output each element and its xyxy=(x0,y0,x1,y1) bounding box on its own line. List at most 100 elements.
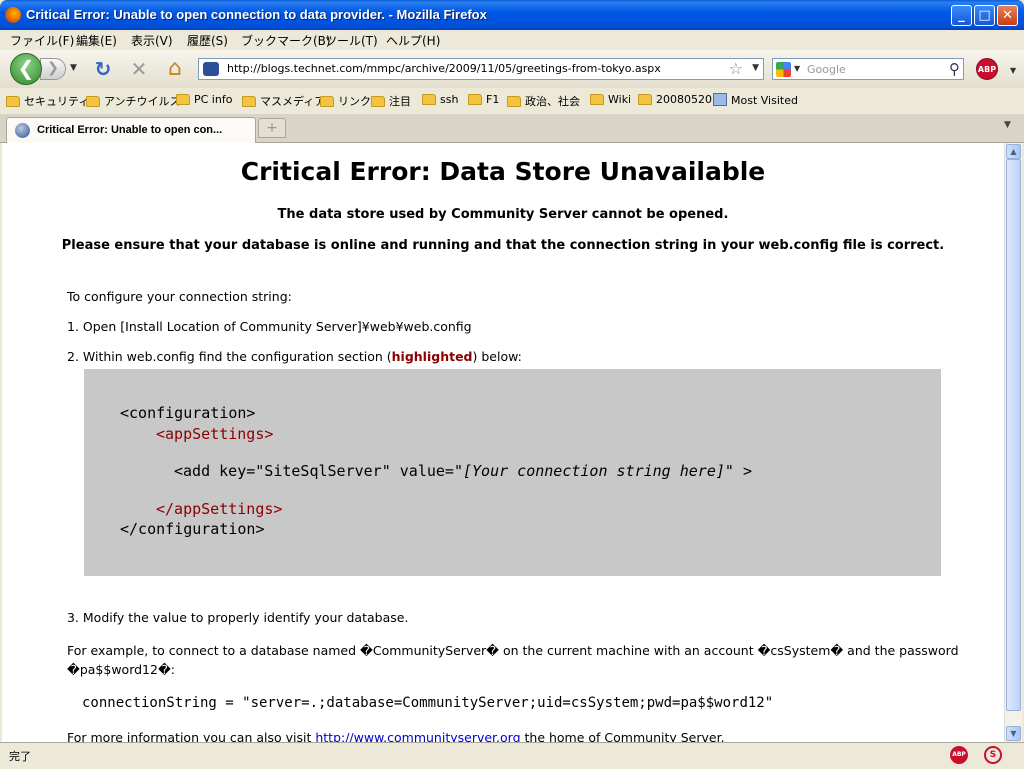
scroll-up-button[interactable]: ▲ xyxy=(1006,144,1021,159)
bookmark-most-visited[interactable]: Most Visited xyxy=(713,93,798,107)
code-add-key: <add key="SiteSqlServer" value=" xyxy=(174,462,463,480)
forward-button[interactable]: ❯ xyxy=(40,58,66,80)
bookmark-folder[interactable]: ssh xyxy=(422,93,458,106)
tab-active[interactable]: Critical Error: Unable to open con... xyxy=(6,117,256,143)
adblock-status-icon[interactable]: ABP xyxy=(950,746,968,764)
bookmark-folder[interactable]: セキュリティ xyxy=(6,93,89,109)
bookmark-folder[interactable]: マスメディア xyxy=(242,93,325,109)
bookmarks-toolbar: セキュリティ アンチウイルス PC info マスメディア リンク 注目 ssh… xyxy=(0,90,1024,112)
bookmark-label: 注目 xyxy=(389,95,411,108)
status-bar: 完了 ABP S xyxy=(0,742,1024,769)
folder-icon xyxy=(638,94,652,105)
more-info-text: For more information you can also visit xyxy=(67,730,316,742)
more-info: For more information you can also visit … xyxy=(67,730,725,742)
site-favicon-icon xyxy=(203,62,219,76)
adblock-plus-button[interactable]: ABP xyxy=(976,58,998,80)
code-line-appsettings-close: </appSettings> xyxy=(156,500,283,518)
search-bar[interactable]: ▼ Google ⚲ xyxy=(772,58,964,80)
url-dropdown-icon[interactable]: ▼ xyxy=(752,63,759,73)
minimize-button[interactable]: _ xyxy=(951,5,972,26)
bookmark-folder[interactable]: アンチウイルス xyxy=(86,93,181,109)
folder-icon xyxy=(242,96,256,107)
config-code-block: <configuration> <appSettings> <add key="… xyxy=(84,369,941,576)
stop-icon[interactable]: ✕ xyxy=(128,58,150,80)
history-dropdown-icon[interactable]: ▼ xyxy=(70,63,77,73)
bookmark-label: マスメディア xyxy=(260,95,326,108)
bookmark-label: セキュリティ xyxy=(24,95,90,108)
bookmark-folder[interactable]: 注目 xyxy=(371,93,411,109)
step-3: 3. Modify the value to properly identify… xyxy=(67,610,409,625)
communityserver-link[interactable]: http://www.communityserver.org xyxy=(315,730,520,742)
title-bar: Critical Error: Unable to open connectio… xyxy=(0,0,1024,30)
search-icon[interactable]: ⚲ xyxy=(949,60,960,78)
bookmark-label: 20080520 xyxy=(656,93,712,106)
google-engine-icon[interactable] xyxy=(776,62,791,77)
menu-tools[interactable]: ツール(T) xyxy=(325,32,378,49)
folder-icon xyxy=(320,96,334,107)
tab-title: Critical Error: Unable to open con... xyxy=(37,124,223,136)
bookmark-folder[interactable]: 20080520 xyxy=(638,93,712,106)
step-2-text: 2. Within web.config find the configurat… xyxy=(67,349,392,364)
code-add-value: [Your connection string here] xyxy=(462,462,725,480)
menu-bar: ファイル(F) 編集(E) 表示(V) 履歴(S) ブックマーク(B) ツール(… xyxy=(0,30,1024,50)
back-button[interactable]: ❮ xyxy=(10,53,42,85)
menu-file[interactable]: ファイル(F) xyxy=(10,32,74,49)
step-1: 1. Open [Install Location of Community S… xyxy=(67,319,472,334)
window-title: Critical Error: Unable to open connectio… xyxy=(26,7,487,22)
tab-favicon-icon xyxy=(15,123,30,138)
close-button[interactable]: ✕ xyxy=(997,5,1018,26)
code-add-end: " > xyxy=(724,462,752,480)
firefox-logo-icon xyxy=(5,7,21,23)
engine-dropdown-icon[interactable]: ▼ xyxy=(794,64,800,73)
maximize-button[interactable]: □ xyxy=(974,5,995,26)
bookmark-label: PC info xyxy=(194,93,233,106)
new-tab-button[interactable]: + xyxy=(258,118,286,138)
adblock-dropdown-icon[interactable]: ▼ xyxy=(1010,66,1016,75)
folder-icon xyxy=(371,96,385,107)
firefox-window: Critical Error: Unable to open connectio… xyxy=(0,0,1024,769)
menu-bookmarks[interactable]: ブックマーク(B) xyxy=(241,32,331,49)
bookmark-label: Wiki xyxy=(608,93,632,106)
search-input[interactable]: Google xyxy=(807,63,846,76)
bookmark-folder[interactable]: リンク xyxy=(320,93,371,109)
bookmark-label: Most Visited xyxy=(731,94,798,107)
vertical-scrollbar[interactable]: ▲ ▼ xyxy=(1004,143,1022,742)
bookmark-folder[interactable]: 政治、社会 xyxy=(507,93,580,109)
folder-icon xyxy=(468,94,482,105)
bookmark-folder[interactable]: Wiki xyxy=(590,93,631,106)
step-2-text-end: ) below: xyxy=(472,349,522,364)
step-2-highlight: highlighted xyxy=(391,349,473,364)
url-bar[interactable]: http://blogs.technet.com/mmpc/archive/20… xyxy=(198,58,764,80)
example-text-cont: �pa$$word12�: xyxy=(67,662,175,677)
folder-icon xyxy=(6,96,20,107)
menu-view[interactable]: 表示(V) xyxy=(131,32,173,49)
tab-list-dropdown-icon[interactable]: ▼ xyxy=(1004,120,1011,130)
code-line-add: <add key="SiteSqlServer" value="[Your co… xyxy=(174,462,752,480)
page-content: Critical Error: Data Store Unavailable T… xyxy=(2,143,1004,742)
menu-help[interactable]: ヘルプ(H) xyxy=(386,32,440,49)
page-heading: Critical Error: Data Store Unavailable xyxy=(240,157,766,186)
scroll-thumb[interactable] xyxy=(1006,159,1021,711)
folder-icon xyxy=(422,94,436,105)
url-text[interactable]: http://blogs.technet.com/mmpc/archive/20… xyxy=(227,62,661,75)
step-2: 2. Within web.config find the configurat… xyxy=(67,349,522,364)
most-visited-icon xyxy=(713,93,727,106)
scroll-down-button[interactable]: ▼ xyxy=(1006,726,1021,741)
folder-icon xyxy=(176,94,190,105)
bookmark-label: リンク xyxy=(338,95,371,108)
bookmark-folder[interactable]: F1 xyxy=(468,93,499,106)
folder-icon xyxy=(86,96,100,107)
error-subtitle: The data store used by Community Server … xyxy=(277,207,729,222)
bookmark-label: F1 xyxy=(486,93,500,106)
reload-icon[interactable]: ↻ xyxy=(92,58,114,80)
home-icon[interactable]: ⌂ xyxy=(164,58,186,80)
code-line-appsettings: <appSettings> xyxy=(156,425,274,443)
menu-edit[interactable]: 編集(E) xyxy=(76,32,117,49)
more-info-text-end: the home of Community Server. xyxy=(520,730,725,742)
bookmark-folder[interactable]: PC info xyxy=(176,93,232,106)
error-instruction: Please ensure that your database is onli… xyxy=(61,238,945,253)
bookmark-star-icon[interactable]: ☆ xyxy=(729,59,743,78)
code-line-configuration: <configuration> xyxy=(120,404,256,422)
menu-history[interactable]: 履歴(S) xyxy=(187,32,228,49)
noscript-status-icon[interactable]: S xyxy=(984,746,1002,764)
